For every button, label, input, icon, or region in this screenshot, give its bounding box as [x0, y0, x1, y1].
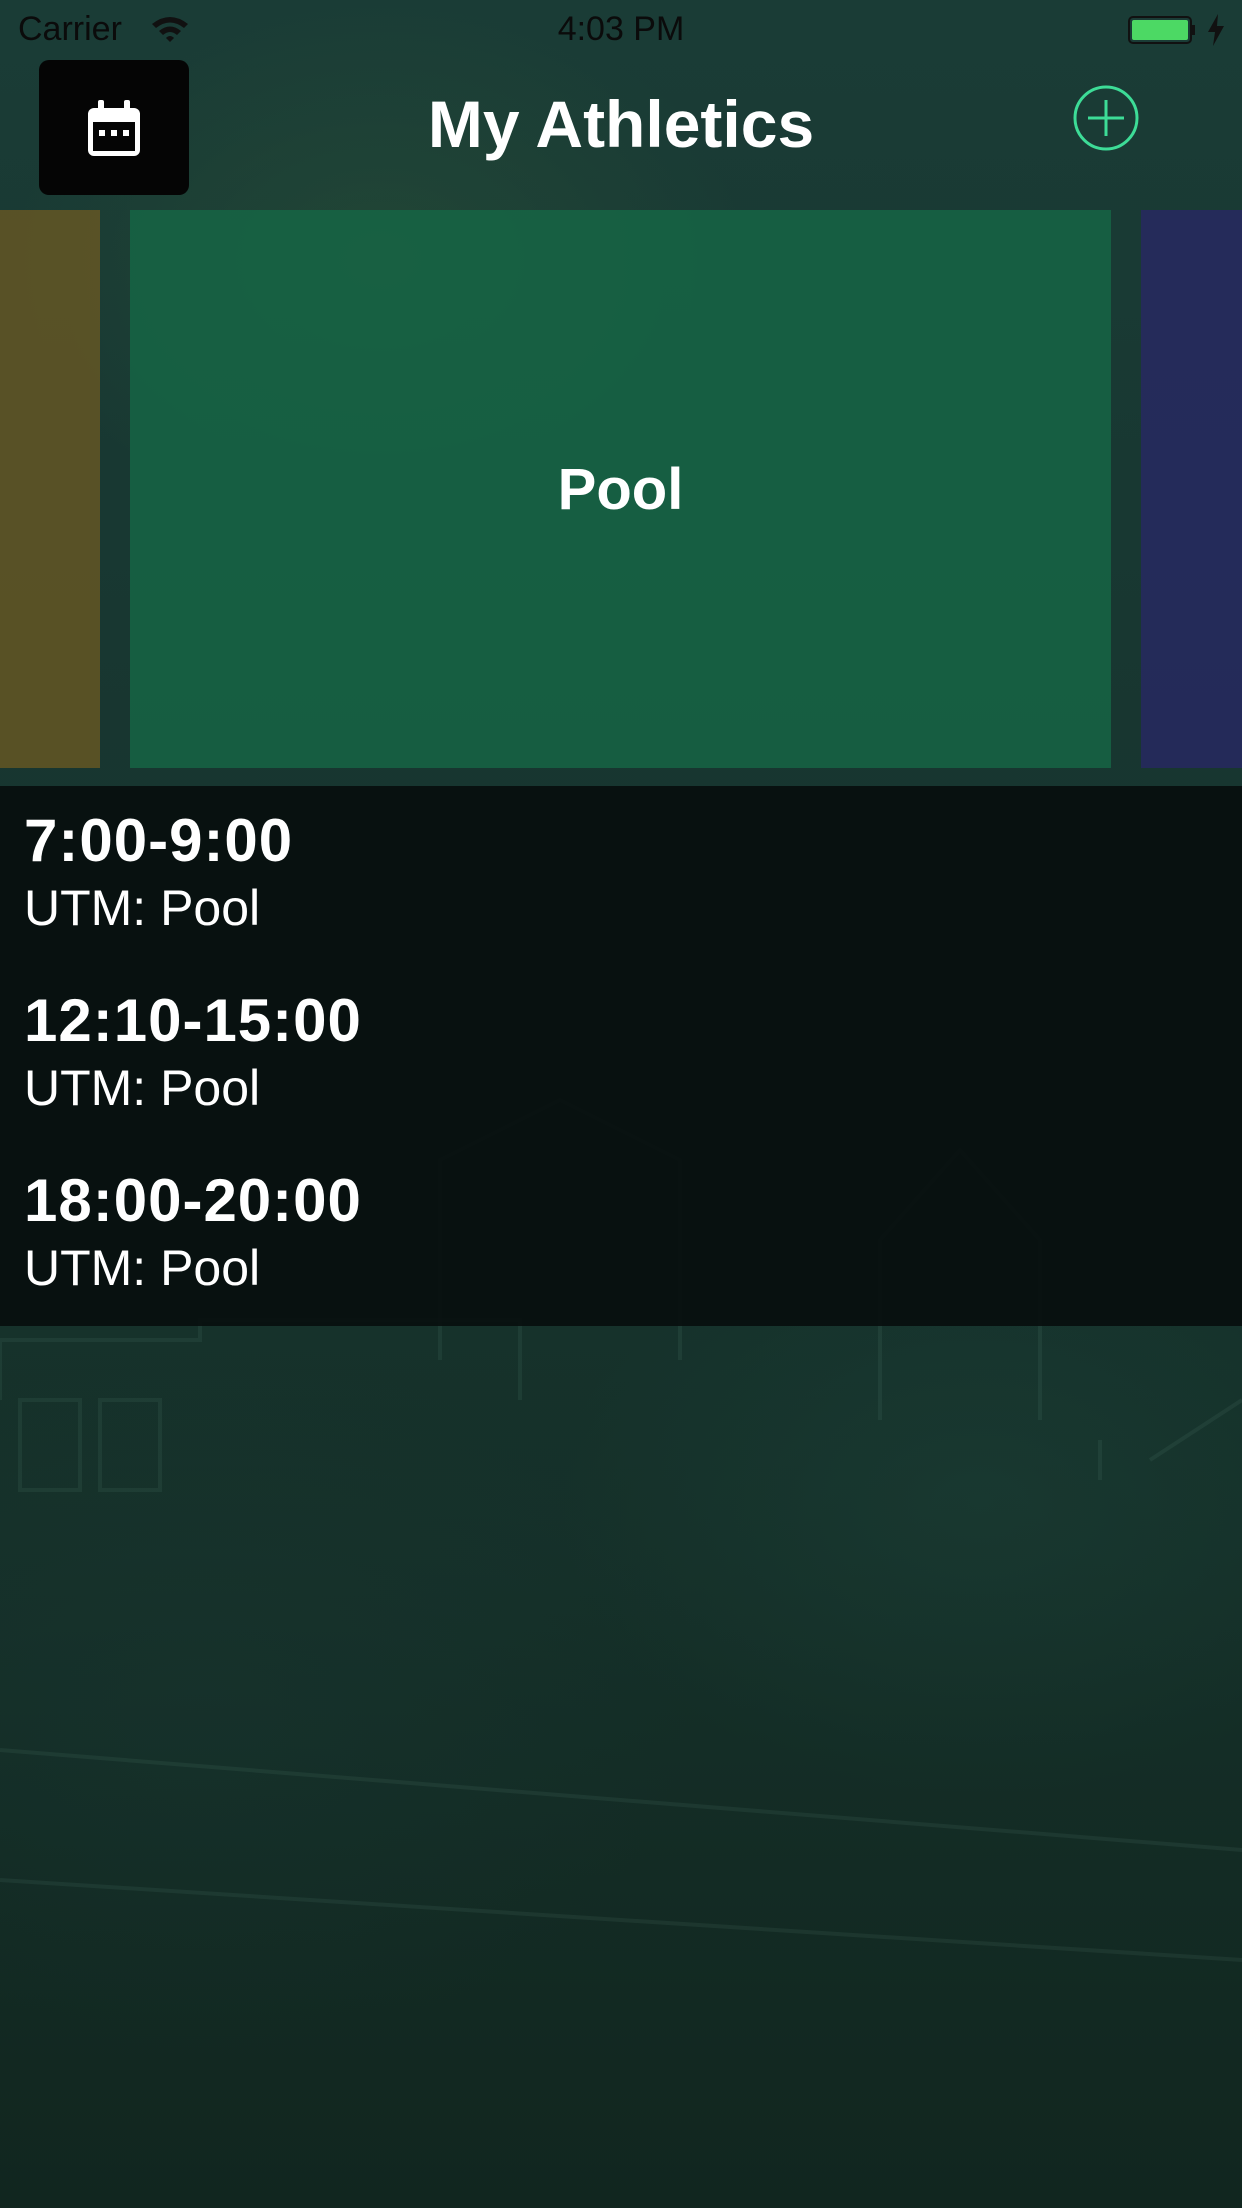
plus-circle-icon	[1073, 85, 1139, 151]
carousel-card-label: Pool	[557, 456, 684, 522]
add-button[interactable]	[1072, 84, 1140, 152]
schedule-entry[interactable]: 18:00-20:00 UTM: Pool	[24, 1166, 362, 1300]
schedule-time: 7:00-9:00	[24, 807, 294, 874]
carousel-card-previous[interactable]	[0, 210, 100, 768]
carousel-card-next[interactable]	[1141, 210, 1242, 768]
page-title: My Athletics	[427, 87, 815, 161]
schedule-location: UTM: Pool	[24, 1060, 261, 1116]
schedule-time: 12:10-15:00	[24, 987, 362, 1054]
status-bar: Carrier 4:03 PM	[0, 0, 1242, 60]
schedule-entry[interactable]: 7:00-9:00 UTM: Pool	[24, 806, 293, 940]
charging-bolt-icon	[1208, 14, 1224, 46]
carousel-card-current[interactable]: Pool	[130, 210, 1111, 768]
schedule-entry[interactable]: 12:10-15:00 UTM: Pool	[24, 986, 362, 1120]
schedule-location: UTM: Pool	[24, 1240, 261, 1296]
schedule-list: 7:00-9:00 UTM: Pool 12:10-15:00 UTM: Poo…	[0, 786, 1242, 1326]
schedule-location: UTM: Pool	[24, 880, 261, 936]
schedule-time: 18:00-20:00	[24, 1167, 362, 1234]
status-time: 4:03 PM	[557, 10, 685, 48]
facility-carousel[interactable]: Pool	[0, 210, 1242, 768]
battery-icon	[1128, 16, 1195, 44]
